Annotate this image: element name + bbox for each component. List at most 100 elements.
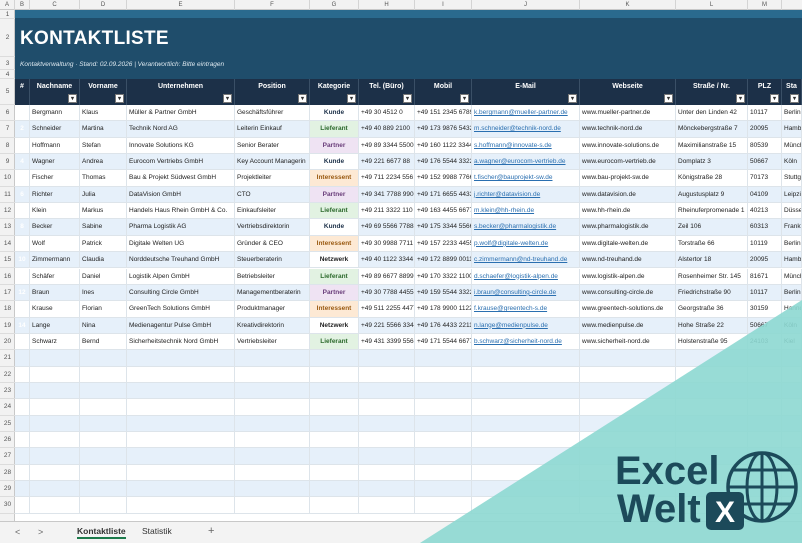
- table-cell[interactable]: www.pharmalogistik.de: [580, 219, 676, 236]
- table-cell[interactable]: Holstenstraße 95: [676, 333, 748, 351]
- empty-cell[interactable]: [415, 366, 472, 383]
- table-cell[interactable]: Bernd: [80, 333, 127, 351]
- empty-cell[interactable]: [782, 350, 802, 367]
- empty-cell[interactable]: [580, 448, 676, 465]
- empty-cell[interactable]: [80, 464, 127, 482]
- empty-cell[interactable]: [415, 350, 472, 367]
- empty-cell[interactable]: [472, 497, 580, 514]
- table-cell[interactable]: Vertriebsleiter: [235, 333, 310, 351]
- empty-cell[interactable]: [782, 481, 802, 498]
- table-cell[interactable]: Rosenheimer Str. 145: [676, 268, 748, 285]
- table-cell[interactable]: Torstraße 66: [676, 235, 748, 253]
- empty-cell[interactable]: [127, 464, 235, 482]
- table-cell[interactable]: Frankf: [782, 219, 802, 236]
- table-cell[interactable]: Domplatz 3: [676, 154, 748, 171]
- table-cell[interactable]: 80539: [748, 137, 782, 155]
- empty-cell[interactable]: [359, 350, 415, 367]
- table-cell[interactable]: www.nd-treuhand.de: [580, 252, 676, 269]
- table-cell[interactable]: Lange: [30, 317, 80, 334]
- empty-cell[interactable]: [782, 448, 802, 465]
- filter-dropdown-icon[interactable]: ▾: [664, 94, 673, 103]
- empty-cell[interactable]: [676, 399, 748, 416]
- empty-cell[interactable]: [30, 399, 80, 416]
- column-header-c[interactable]: C: [30, 0, 80, 10]
- empty-cell[interactable]: [30, 350, 80, 367]
- column-header-d[interactable]: D: [80, 0, 127, 10]
- tab-statistik[interactable]: Statistik: [142, 526, 172, 536]
- table-cell[interactable]: www.eurocom-vertrieb.de: [580, 154, 676, 171]
- empty-cell[interactable]: [80, 366, 127, 383]
- empty-cell[interactable]: [30, 415, 80, 432]
- table-cell[interactable]: www.consulting-circle.de: [580, 284, 676, 302]
- empty-cell[interactable]: [310, 497, 359, 514]
- table-cell[interactable]: www.medienpulse.de: [580, 317, 676, 334]
- column-header-i[interactable]: I: [415, 0, 472, 10]
- table-cell[interactable]: Julia: [80, 186, 127, 204]
- column-header-g[interactable]: G: [310, 0, 359, 10]
- email-link[interactable]: i.braun@consulting-circle.de: [472, 284, 580, 302]
- empty-cell[interactable]: [748, 432, 782, 449]
- row-header[interactable]: 11: [0, 187, 15, 204]
- table-cell[interactable]: www.innovate-solutions.de: [580, 137, 676, 155]
- table-cell[interactable]: 24103: [748, 333, 782, 351]
- table-cell[interactable]: Logistik Alpen GmbH: [127, 268, 235, 285]
- empty-cell[interactable]: [30, 497, 80, 514]
- column-header-j[interactable]: J: [472, 0, 580, 10]
- empty-cell[interactable]: [748, 464, 782, 482]
- tab-next-button[interactable]: >: [38, 527, 43, 537]
- filter-dropdown-icon[interactable]: ▾: [68, 94, 77, 103]
- empty-cell[interactable]: [359, 448, 415, 465]
- empty-cell[interactable]: [235, 399, 310, 416]
- table-cell[interactable]: +49 40 1122 3344: [359, 252, 415, 269]
- empty-cell[interactable]: [782, 432, 802, 449]
- table-cell[interactable]: Hanno: [782, 301, 802, 318]
- table-cell[interactable]: Köln: [782, 317, 802, 334]
- empty-cell[interactable]: [472, 432, 580, 449]
- empty-cell[interactable]: [127, 432, 235, 449]
- empty-cell[interactable]: [235, 448, 310, 465]
- table-cell[interactable]: +49 157 2233 4455: [415, 235, 472, 253]
- email-link[interactable]: k.bergmann@mueller-partner.de: [472, 105, 580, 122]
- email-link[interactable]: n.lange@medienpulse.de: [472, 317, 580, 334]
- table-cell[interactable]: Leiterin Einkauf: [235, 121, 310, 138]
- table-cell[interactable]: Friedrichstraße 90: [676, 284, 748, 302]
- empty-cell[interactable]: [80, 382, 127, 400]
- table-cell[interactable]: +49 152 9988 7766: [415, 170, 472, 187]
- table-cell[interactable]: Georgstraße 36: [676, 301, 748, 318]
- filter-dropdown-icon[interactable]: ▾: [403, 94, 412, 103]
- row-header[interactable]: 12: [0, 203, 15, 220]
- row-header[interactable]: 7: [0, 121, 15, 138]
- empty-cell[interactable]: [310, 415, 359, 432]
- empty-cell[interactable]: [235, 382, 310, 400]
- empty-cell[interactable]: [580, 399, 676, 416]
- email-link[interactable]: p.wolf@digitale-welten.de: [472, 235, 580, 253]
- filter-dropdown-icon[interactable]: ▾: [298, 94, 307, 103]
- empty-cell[interactable]: [127, 497, 235, 514]
- table-cell[interactable]: 04109: [748, 186, 782, 204]
- column-header-m[interactable]: M: [748, 0, 782, 10]
- table-cell[interactable]: Key Account Managerin: [235, 154, 310, 171]
- empty-cell[interactable]: [415, 415, 472, 432]
- empty-cell[interactable]: [472, 399, 580, 416]
- row-index-cell[interactable]: [15, 448, 30, 465]
- table-cell[interactable]: Hamb: [782, 252, 802, 269]
- table-cell[interactable]: Innovate Solutions KG: [127, 137, 235, 155]
- empty-cell[interactable]: [359, 481, 415, 498]
- empty-cell[interactable]: [782, 366, 802, 383]
- table-cell[interactable]: 60313: [748, 219, 782, 236]
- table-cell[interactable]: +49 151 2345 6789: [415, 105, 472, 122]
- table-cell[interactable]: Claudia: [80, 252, 127, 269]
- row-header[interactable]: 2: [0, 19, 15, 57]
- row-header[interactable]: 29: [0, 481, 15, 498]
- column-header-a[interactable]: A: [0, 0, 15, 10]
- empty-cell[interactable]: [310, 448, 359, 465]
- empty-cell[interactable]: [235, 481, 310, 498]
- empty-cell[interactable]: [472, 464, 580, 482]
- table-cell[interactable]: +49 89 3344 5500: [359, 137, 415, 155]
- empty-cell[interactable]: [415, 448, 472, 465]
- row-index-cell[interactable]: 3: [15, 137, 30, 155]
- empty-cell[interactable]: [748, 481, 782, 498]
- empty-cell[interactable]: [676, 481, 748, 498]
- table-cell[interactable]: Braun: [30, 284, 80, 302]
- empty-cell[interactable]: [80, 350, 127, 367]
